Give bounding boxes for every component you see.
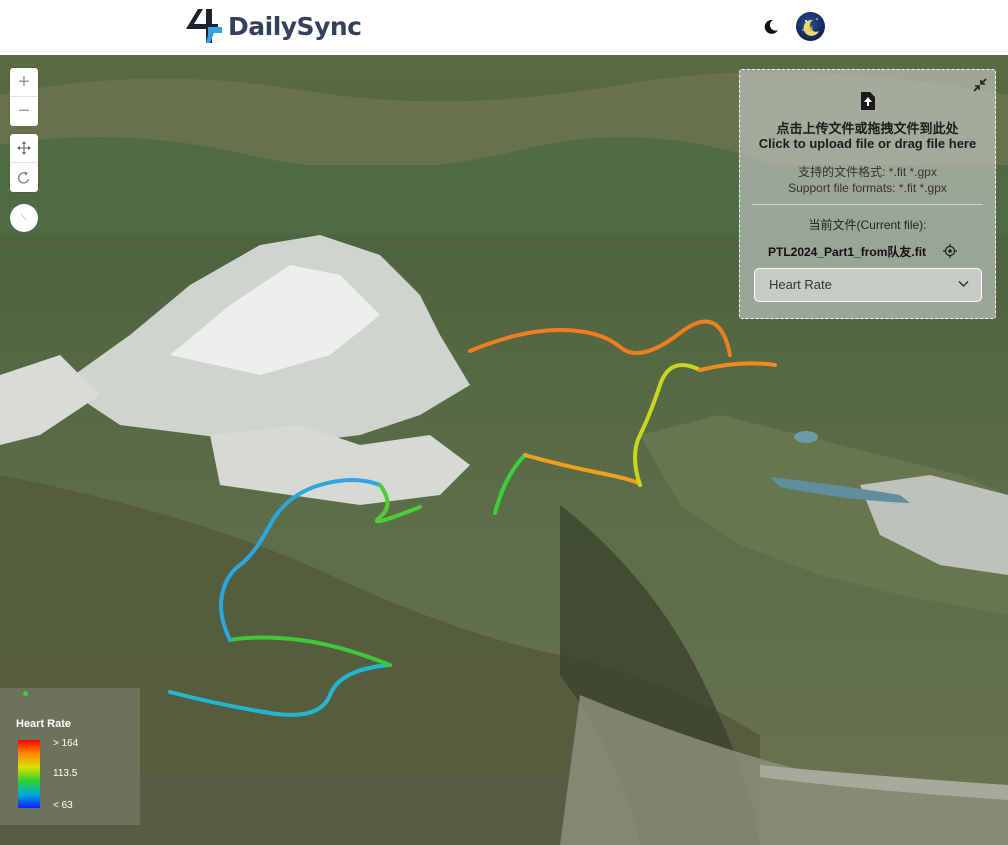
upload-instruction-en: Click to upload file or drag file here [758,136,977,151]
upload-panel[interactable]: 点击上传文件或拖拽文件到此处 Click to upload file or d… [739,69,996,319]
map-3d-view[interactable]: + − 点击上传文件或拖拽文件到此处 Click to upload file … [0,55,1008,845]
app-header: DailySync [0,0,1008,55]
crosshair-icon [943,244,957,258]
metric-select[interactable]: Heart Rate [754,268,982,302]
moon-icon [764,19,778,34]
legend-mid-label: 113.5 [53,768,78,779]
dailysync-logo-icon [186,9,222,43]
theme-toggle-button[interactable] [762,18,780,36]
rotate-button[interactable] [10,163,38,192]
upload-instruction-cn: 点击上传文件或拖拽文件到此处 [776,121,959,136]
move-icon [17,141,31,155]
heart-rate-legend: Heart Rate > 164 113.5 < 63 [0,688,140,825]
zoom-in-button[interactable]: + [10,68,38,97]
supported-formats-en: Support file formats: *.fit *.gpx [788,181,947,195]
current-file-name: PTL2024_Part1_from队友.fit [768,245,927,259]
compass-button[interactable] [10,204,38,232]
pan-button[interactable] [10,134,38,163]
locate-track-button[interactable] [943,244,957,258]
zoom-controls: + − [10,68,38,126]
supported-formats-cn: 支持的文件格式: *.fit *.gpx [798,165,937,179]
view-controls [10,134,38,192]
metric-select-value: Heart Rate [769,277,832,292]
legend-color-scale [18,740,40,808]
file-upload-icon [861,92,875,110]
chevron-down-icon [958,280,969,288]
brand-name: DailySync [228,11,362,41]
zoom-out-button[interactable]: − [10,97,38,126]
compass-icon [20,213,29,223]
legend-max-label: > 164 [53,738,79,749]
shrink-icon [973,78,987,92]
legend-title: Heart Rate [16,718,72,730]
brand-logo[interactable]: DailySync [184,7,362,45]
panel-divider [752,204,983,205]
collapse-panel-button[interactable] [973,78,987,92]
legend-min-label: < 63 [53,800,73,811]
user-avatar[interactable] [796,12,825,41]
avatar-moon-icon [802,18,819,36]
current-file-label: 当前文件(Current file): [808,218,927,232]
rotate-icon [18,171,30,183]
legend-indicator-dot [23,691,28,696]
